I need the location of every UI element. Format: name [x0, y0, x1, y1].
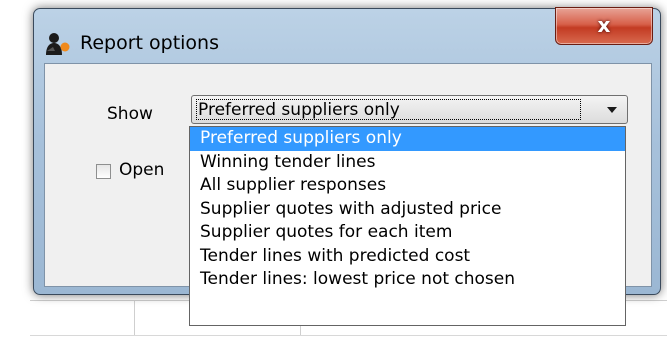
title-bar[interactable]: Report options x [34, 7, 660, 61]
report-person-icon [44, 31, 72, 57]
dropdown-option-lowest-price-not-chosen[interactable]: Tender lines: lowest price not chosen [190, 268, 625, 292]
show-select[interactable]: Preferred suppliers only [191, 95, 628, 124]
dialog-title: Report options [80, 32, 220, 54]
chevron-down-icon[interactable] [607, 107, 617, 113]
dropdown-option-winning-tender-lines[interactable]: Winning tender lines [190, 151, 625, 175]
dropdown-option-tender-lines-predicted-cost[interactable]: Tender lines with predicted cost [190, 245, 625, 269]
dropdown-option-supplier-quotes-each-item[interactable]: Supplier quotes for each item [190, 221, 625, 245]
close-button[interactable]: x [555, 7, 653, 45]
dropdown-option-all-supplier-responses[interactable]: All supplier responses [190, 174, 625, 198]
dropdown-option-preferred-suppliers-only[interactable]: Preferred suppliers only [190, 127, 625, 151]
dropdown-option-supplier-quotes-adjusted-price[interactable]: Supplier quotes with adjusted price [190, 198, 625, 222]
show-select-value: Preferred suppliers only [196, 99, 581, 120]
close-icon: x [597, 13, 611, 37]
grid-divider [134, 301, 135, 335]
show-dropdown-list: Preferred suppliers only Winning tender … [189, 126, 626, 326]
open-checkbox-label: Open [119, 160, 165, 180]
show-label: Show [107, 104, 153, 124]
open-checkbox[interactable] [96, 164, 111, 179]
